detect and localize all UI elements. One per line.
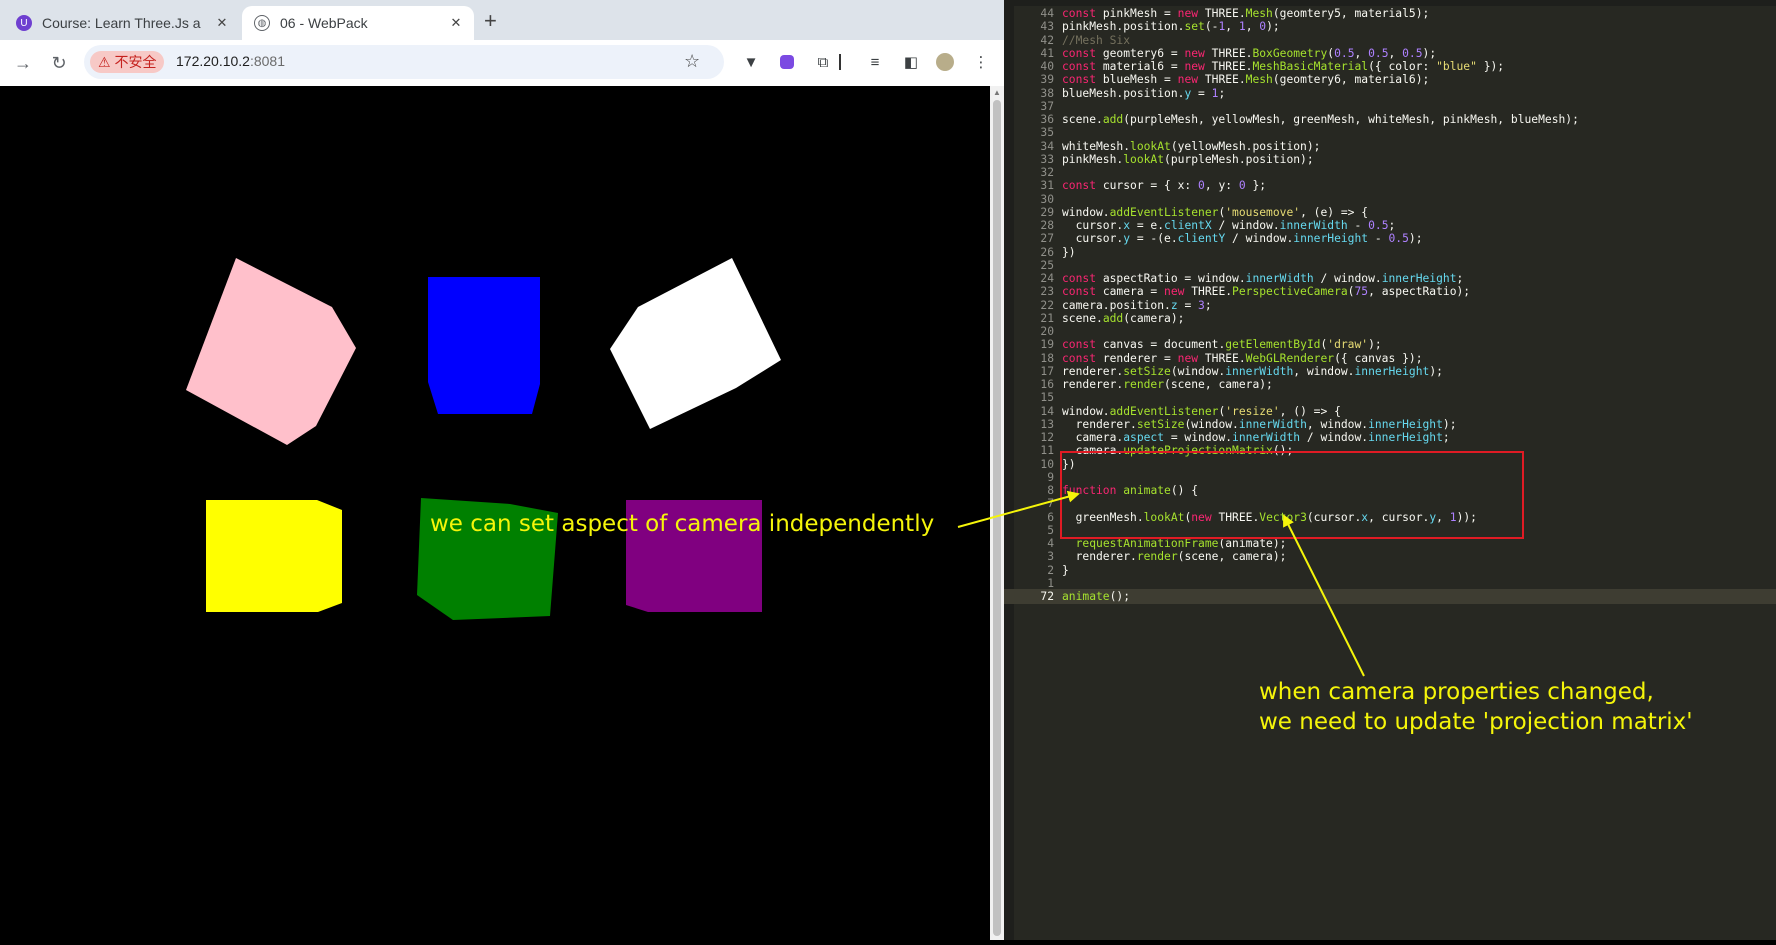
side-panel-icon[interactable]: ◧ xyxy=(900,51,922,73)
browser-window: U Course: Learn Three.Js a ✕ ◍ 06 - WebP… xyxy=(0,0,1004,940)
address-bar[interactable]: ⚠ 不安全 172.20.10.2:8081 ☆ xyxy=(84,45,724,79)
menu-dots-icon[interactable]: ⋮ xyxy=(970,51,992,73)
udemy-icon: U xyxy=(16,15,32,31)
url-text[interactable]: 172.20.10.2:8081 xyxy=(176,53,285,69)
bookmark-star-icon[interactable]: ☆ xyxy=(684,51,700,72)
security-label: 不安全 xyxy=(114,54,157,70)
projection-annotation-line1: when camera properties changed, xyxy=(1259,679,1654,705)
tab-course[interactable]: U Course: Learn Three.Js a ✕ xyxy=(4,6,240,40)
avatar[interactable] xyxy=(934,51,956,73)
close-icon[interactable]: ✕ xyxy=(212,15,232,31)
new-tab-button[interactable]: + xyxy=(484,8,497,34)
url-port: :8081 xyxy=(249,53,286,69)
scroll-up-icon[interactable]: ▲ xyxy=(993,88,1001,97)
extensions-puzzle-icon[interactable]: ⧉ xyxy=(812,51,834,73)
tab-title: Course: Learn Three.Js a xyxy=(42,15,201,31)
projection-annotation-line2: we need to update 'projection matrix' xyxy=(1259,709,1693,735)
toolbar-divider xyxy=(838,51,842,73)
line-number: 72 xyxy=(1040,590,1054,603)
close-icon[interactable]: ✕ xyxy=(446,15,466,31)
pink-mesh xyxy=(186,258,356,445)
globe-icon: ◍ xyxy=(254,15,270,31)
tab-title: 06 - WebPack xyxy=(280,15,368,31)
url-host: 172.20.10.2 xyxy=(176,53,250,69)
line-code: animate(); xyxy=(1062,590,1131,603)
forward-icon[interactable]: → xyxy=(10,50,36,76)
tab-webpack[interactable]: ◍ 06 - WebPack ✕ xyxy=(242,6,474,40)
warning-icon: ⚠ xyxy=(98,53,115,70)
browser-toolbar: → ↻ ⚠ 不安全 172.20.10.2:8081 ☆ ▼ ⧉ ≡ ◧ ⋮ xyxy=(0,40,1004,86)
reload-icon[interactable]: ↻ xyxy=(46,50,72,76)
media-queue-icon[interactable]: ≡ xyxy=(864,51,886,73)
vue-devtools-icon[interactable]: ▼ xyxy=(740,51,762,73)
yellow-mesh xyxy=(206,500,342,612)
page-scrollbar[interactable]: ▲ xyxy=(990,86,1004,940)
code-line[interactable]: 72 animate(); xyxy=(1004,589,1776,604)
extension-shield-icon[interactable] xyxy=(776,51,798,73)
tab-strip: U Course: Learn Three.Js a ✕ ◍ 06 - WebP… xyxy=(0,0,1004,40)
white-mesh xyxy=(610,258,781,429)
blue-mesh xyxy=(428,277,540,414)
aspect-annotation: we can set aspect of camera independentl… xyxy=(430,511,935,537)
security-badge[interactable]: ⚠ 不安全 xyxy=(90,51,165,73)
scrollbar-thumb[interactable] xyxy=(993,100,1001,936)
resize-handler-highlight xyxy=(1060,451,1524,539)
